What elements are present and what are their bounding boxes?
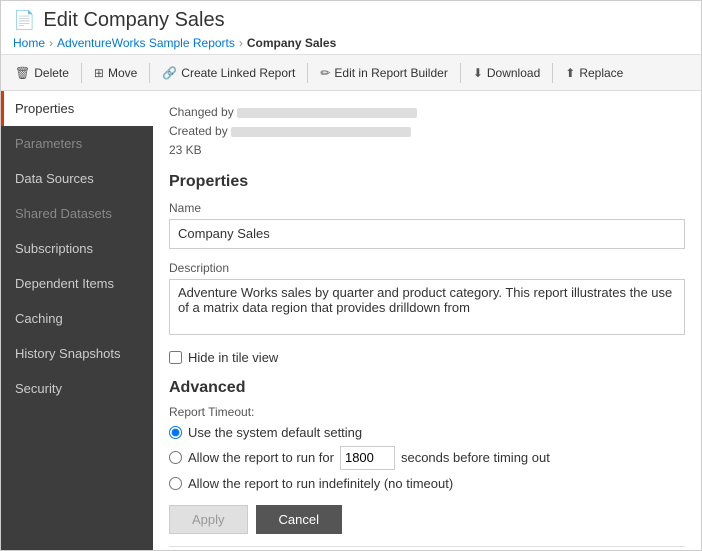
hide-in-tile-label[interactable]: Hide in tile view	[188, 350, 278, 365]
description-input[interactable]: Adventure Works sales by quarter and pro…	[169, 279, 685, 335]
description-label: Description	[169, 261, 685, 275]
move-button[interactable]: ⊞ Move	[84, 55, 147, 91]
replace-button[interactable]: ⬆ Replace	[555, 55, 633, 91]
sidebar-item-security[interactable]: Security	[1, 371, 153, 406]
hide-in-tile-row: Hide in tile view	[169, 350, 685, 365]
breadcrumb-current: Company Sales	[247, 36, 336, 50]
toolbar-divider-2	[149, 63, 150, 83]
name-field-group: Name	[169, 201, 685, 249]
create-linked-button[interactable]: 🔗 Create Linked Report	[152, 55, 305, 91]
breadcrumb-sep-2: ›	[239, 36, 243, 50]
sidebar-item-subscriptions[interactable]: Subscriptions	[1, 231, 153, 266]
download-button[interactable]: ⬇ Download	[463, 55, 550, 91]
replace-icon: ⬆	[565, 66, 575, 80]
timeout-unit: seconds before timing out	[401, 450, 550, 465]
sidebar-item-parameters: Parameters	[1, 126, 153, 161]
name-input[interactable]	[169, 219, 685, 249]
report-icon: 📄	[13, 10, 35, 31]
timeout-value-input[interactable]	[340, 446, 395, 470]
advanced-section-title: Advanced	[169, 379, 685, 397]
meta-info: Changed by Created by 23 KB	[169, 103, 685, 161]
radio-system-default-row: Use the system default setting	[169, 425, 685, 440]
delete-icon: 🗑	[15, 66, 30, 80]
delete-button[interactable]: 🗑 Delete	[5, 55, 79, 91]
radio-allow-run-row: Allow the report to run for seconds befo…	[169, 446, 685, 470]
created-by-label: Created by	[169, 124, 228, 138]
apply-button[interactable]: Apply	[169, 505, 248, 534]
radio-indefinitely-row: Allow the report to run indefinitely (no…	[169, 476, 685, 491]
hide-in-tile-checkbox[interactable]	[169, 351, 182, 364]
radio-allow-run-label[interactable]: Allow the report to run for	[188, 450, 334, 465]
breadcrumb: Home › AdventureWorks Sample Reports › C…	[13, 36, 689, 50]
cancel-button[interactable]: Cancel	[256, 505, 342, 534]
edit-icon: ✏	[320, 66, 330, 80]
created-by-value	[231, 127, 411, 137]
report-timeout-label: Report Timeout:	[169, 405, 685, 419]
button-row: Apply Cancel	[169, 505, 685, 534]
changed-by-label: Changed by	[169, 105, 234, 119]
breadcrumb-section[interactable]: AdventureWorks Sample Reports	[57, 36, 235, 50]
breadcrumb-sep-1: ›	[49, 36, 53, 50]
page-title: 📄 Edit Company Sales	[13, 9, 689, 32]
radio-group-timeout: Use the system default setting Allow the…	[169, 425, 685, 491]
radio-indefinitely-label[interactable]: Allow the report to run indefinitely (no…	[188, 476, 453, 491]
main-content: Changed by Created by 23 KB Properties N…	[153, 91, 701, 550]
file-size: 23 KB	[169, 143, 202, 157]
toolbar-divider-4	[460, 63, 461, 83]
sidebar-item-properties[interactable]: Properties	[1, 91, 153, 126]
sidebar-item-caching[interactable]: Caching	[1, 301, 153, 336]
sidebar-item-data-sources[interactable]: Data Sources	[1, 161, 153, 196]
breadcrumb-home[interactable]: Home	[13, 36, 45, 50]
edit-builder-button[interactable]: ✏ Edit in Report Builder	[310, 55, 457, 91]
properties-section-title: Properties	[169, 173, 685, 191]
sidebar: Properties Parameters Data Sources Share…	[1, 91, 153, 550]
move-icon: ⊞	[94, 66, 104, 80]
name-label: Name	[169, 201, 685, 215]
toolbar: 🗑 Delete ⊞ Move 🔗 Create Linked Report ✏…	[1, 55, 701, 91]
changed-by-value	[237, 108, 417, 118]
download-icon: ⬇	[473, 66, 483, 80]
radio-allow-run[interactable]	[169, 451, 182, 464]
sidebar-item-dependent-items[interactable]: Dependent Items	[1, 266, 153, 301]
sidebar-item-shared-datasets: Shared Datasets	[1, 196, 153, 231]
toolbar-divider-3	[307, 63, 308, 83]
radio-system-default-label[interactable]: Use the system default setting	[188, 425, 362, 440]
radio-system-default[interactable]	[169, 426, 182, 439]
link-icon: 🔗	[162, 66, 177, 80]
description-field-group: Description Adventure Works sales by qua…	[169, 261, 685, 338]
footer-note: Create a linked report when you want to …	[169, 546, 685, 550]
toolbar-divider-1	[81, 63, 82, 83]
toolbar-divider-5	[552, 63, 553, 83]
sidebar-item-history-snapshots[interactable]: History Snapshots	[1, 336, 153, 371]
radio-indefinitely[interactable]	[169, 477, 182, 490]
